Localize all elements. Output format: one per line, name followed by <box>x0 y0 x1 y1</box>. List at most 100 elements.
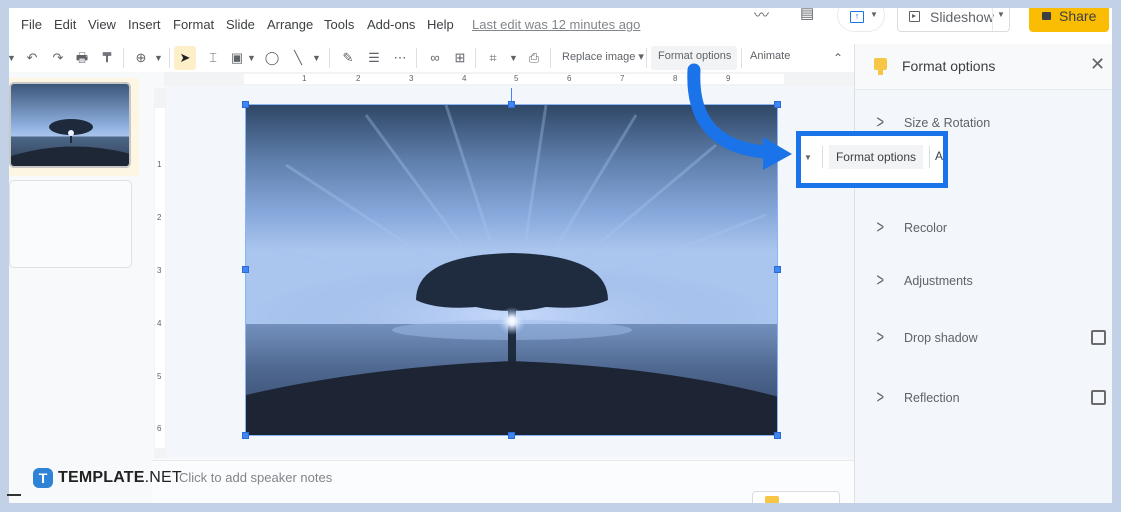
watermark-suffix: .NET <box>144 469 182 486</box>
tree-sunset-image <box>246 105 777 435</box>
ruler-label: 4 <box>462 74 467 83</box>
resize-handle[interactable] <box>508 432 515 439</box>
menu-insert[interactable]: Insert <box>128 17 161 32</box>
slide-thumbnail-1[interactable] <box>9 82 131 168</box>
callout-format-options-button[interactable]: Format options <box>829 145 923 169</box>
menu-help[interactable]: Help <box>427 17 454 32</box>
resize-handle[interactable] <box>774 266 781 273</box>
format-options-label[interactable]: Format options <box>658 50 731 62</box>
menu-format[interactable]: Format <box>173 17 214 32</box>
section-drop-shadow[interactable]: > Drop shadow <box>855 324 1112 354</box>
replace-image-button[interactable]: Replace image ▾ <box>562 50 644 63</box>
section-recolor[interactable]: > Recolor <box>855 214 1112 244</box>
menu-view[interactable]: View <box>88 17 116 32</box>
shape-icon[interactable]: ◯ <box>263 49 281 67</box>
zoom-icon[interactable]: ⊕ <box>133 49 149 67</box>
ruler-label: 9 <box>726 74 731 83</box>
activity-icon[interactable]: 〰 <box>754 8 769 25</box>
menu-slide[interactable]: Slide <box>226 17 255 32</box>
chevron-right-icon: > <box>876 387 884 407</box>
print-icon[interactable]: 🖶 <box>73 49 91 67</box>
line-dash-icon[interactable]: ⋯ <box>392 49 408 67</box>
lock-icon <box>1042 12 1051 20</box>
comment-icon[interactable]: ⊞ <box>452 49 468 67</box>
section-adjustments[interactable]: > Adjustments <box>855 267 1112 297</box>
speaker-notes-placeholder[interactable]: Click to add speaker notes <box>179 470 332 485</box>
resize-handle[interactable] <box>242 266 249 273</box>
ruler-label: 5 <box>157 372 162 381</box>
last-edit-link[interactable]: Last edit was 12 minutes ago <box>472 17 640 32</box>
reflection-checkbox[interactable] <box>1091 390 1106 405</box>
resize-handle[interactable] <box>508 101 515 108</box>
resize-handle[interactable] <box>242 432 249 439</box>
drop-shadow-checkbox[interactable] <box>1091 330 1106 345</box>
animate-button[interactable]: Animate <box>750 50 790 62</box>
play-icon <box>909 11 920 22</box>
chevron-down-icon[interactable]: ▼ <box>312 49 321 67</box>
chevron-down-icon: ▼ <box>870 10 878 19</box>
watermark-brand: TEMPLATE <box>58 469 145 486</box>
present-to-meeting-button[interactable]: ↑ ▼ <box>837 8 885 32</box>
slide-thumbnail-2[interactable] <box>9 180 132 268</box>
chevron-down-icon[interactable]: ▼ <box>247 49 256 67</box>
divider <box>7 494 21 496</box>
image-icon[interactable]: ▣ <box>229 49 245 67</box>
menu-add-ons[interactable]: Add-ons <box>367 17 415 32</box>
template-logo-icon: T <box>33 468 53 488</box>
line-icon[interactable]: ╲ <box>289 49 307 67</box>
ruler-label: 3 <box>157 266 162 275</box>
pen-icon[interactable]: ✎ <box>340 49 356 67</box>
toolbar: ▼ ↶ ↷ 🖶 ₸ ⊕ ▼ ➤ ⌶ ▣ ▼ ◯ ╲ ▼ ✎ ☰ ⋯ ∞ ⊞ ⌗ … <box>9 44 854 72</box>
divider <box>822 146 823 168</box>
ruler-label: 4 <box>157 319 162 328</box>
callout-highlight: ▼ Format options A <box>796 131 948 188</box>
chevron-down-icon[interactable]: ▼ <box>154 49 163 67</box>
divider <box>475 48 476 68</box>
menu-edit[interactable]: Edit <box>54 17 76 32</box>
slideshow-button[interactable]: Slideshow ▼ <box>897 8 1010 32</box>
collapse-toolbar-icon[interactable]: ⌃ <box>831 49 845 67</box>
explore-button[interactable] <box>752 491 840 503</box>
comments-icon[interactable]: ▤ <box>800 8 814 22</box>
undo-icon[interactable]: ↶ <box>23 49 41 67</box>
resize-handle[interactable] <box>774 101 781 108</box>
share-button[interactable]: Share <box>1029 8 1109 32</box>
close-icon[interactable]: ✕ <box>1090 54 1105 75</box>
redo-icon[interactable]: ↷ <box>49 49 67 67</box>
chevron-down-icon: ▼ <box>804 153 812 162</box>
paint-format-icon[interactable]: ₸ <box>99 49 115 67</box>
divider <box>646 48 647 68</box>
chevron-down-icon[interactable]: ▼ <box>509 49 518 67</box>
crop-icon[interactable]: ⌗ <box>485 49 501 67</box>
share-label: Share <box>1059 8 1097 24</box>
link-icon[interactable]: ∞ <box>426 49 444 67</box>
google-slides-window: File Edit View Insert Format Slide Arran… <box>9 8 1112 503</box>
menu-tools[interactable]: Tools <box>324 17 354 32</box>
menu-bar: File Edit View Insert Format Slide Arran… <box>9 8 1112 44</box>
chevron-down-icon[interactable]: ▼ <box>9 49 16 67</box>
menu-arrange[interactable]: Arrange <box>267 17 313 32</box>
line-weight-icon[interactable]: ☰ <box>366 49 382 67</box>
resize-handle[interactable] <box>242 101 249 108</box>
text-box-icon[interactable]: ⌶ <box>204 49 222 67</box>
ruler-track: 1 2 3 4 5 6 7 8 9 <box>244 74 784 84</box>
divider <box>992 8 993 31</box>
select-icon[interactable]: ➤ <box>177 49 193 67</box>
divider <box>741 48 742 68</box>
upload-icon: ↑ <box>850 11 864 23</box>
ruler-label: 5 <box>514 74 519 83</box>
ruler-label: 2 <box>356 74 361 83</box>
selected-image[interactable] <box>245 104 778 436</box>
ruler-track: 1 2 3 4 5 6 <box>155 108 165 448</box>
ruler-label: 2 <box>157 213 162 222</box>
section-reflection[interactable]: > Reflection <box>855 384 1112 414</box>
resize-handle[interactable] <box>774 432 781 439</box>
reset-image-icon[interactable]: ⎙ <box>525 49 543 67</box>
slide-filmstrip <box>9 72 152 503</box>
ruler-label: 1 <box>302 74 307 83</box>
chevron-down-icon[interactable]: ▼ <box>997 10 1005 19</box>
ruler-label: 1 <box>157 160 162 169</box>
section-label: Reflection <box>904 391 960 405</box>
replace-image-label: Replace image <box>562 51 636 63</box>
menu-file[interactable]: File <box>21 17 42 32</box>
